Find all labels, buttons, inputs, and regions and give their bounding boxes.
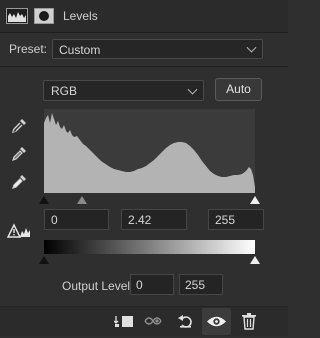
- visibility-eye-icon[interactable]: [202, 308, 231, 335]
- panel-title: Levels: [63, 9, 98, 23]
- auto-label: Auto: [226, 82, 251, 96]
- black-eyedropper-icon[interactable]: [10, 117, 28, 135]
- input-black-slider[interactable]: [39, 196, 49, 204]
- preset-divider: [0, 66, 288, 67]
- output-black-slider[interactable]: [39, 256, 49, 264]
- view-previous-state-icon[interactable]: [143, 313, 163, 329]
- panel-footer: [0, 307, 288, 336]
- channel-select[interactable]: RGB: [43, 80, 204, 101]
- output-slider-track: [39, 256, 260, 266]
- input-black-value: 0: [51, 213, 58, 227]
- reset-icon[interactable]: [177, 313, 195, 329]
- histogram-graph: [44, 113, 255, 193]
- input-white-field[interactable]: 255: [208, 209, 264, 230]
- output-levels-label: Output Levels:: [62, 279, 140, 293]
- chevron-down-icon: [246, 42, 257, 53]
- preset-label: Preset:: [9, 42, 48, 56]
- levels-icon[interactable]: [6, 8, 28, 24]
- mask-icon[interactable]: [34, 8, 54, 24]
- input-white-value: 255: [215, 213, 236, 227]
- histogram: [44, 109, 255, 193]
- input-black-field[interactable]: 0: [44, 209, 109, 230]
- output-black-field[interactable]: 0: [130, 274, 174, 295]
- auto-button[interactable]: Auto: [215, 78, 262, 101]
- input-slider-track: [39, 196, 260, 206]
- output-gradient: [44, 240, 255, 254]
- preset-value: Custom: [59, 43, 101, 57]
- input-gamma-value: 2.42: [128, 213, 152, 227]
- clipping-warning-icon[interactable]: [6, 222, 32, 238]
- white-eyedropper-icon[interactable]: [10, 173, 28, 191]
- output-white-slider[interactable]: [250, 256, 260, 264]
- delete-trash-icon[interactable]: [241, 313, 257, 330]
- preset-select[interactable]: Custom: [52, 39, 263, 59]
- header-divider: [0, 32, 288, 33]
- chevron-down-icon: [187, 84, 198, 95]
- output-black-value: 0: [136, 278, 143, 292]
- panel-header: Levels: [0, 0, 288, 32]
- output-white-field[interactable]: 255: [179, 274, 223, 295]
- clip-to-layer-icon[interactable]: [113, 313, 134, 329]
- channel-value: RGB: [51, 84, 78, 98]
- input-gamma-field[interactable]: 2.42: [121, 209, 187, 230]
- output-white-value: 255: [185, 278, 206, 292]
- input-white-slider[interactable]: [250, 196, 260, 204]
- gray-eyedropper-icon[interactable]: [10, 145, 28, 163]
- input-gamma-slider[interactable]: [77, 196, 87, 204]
